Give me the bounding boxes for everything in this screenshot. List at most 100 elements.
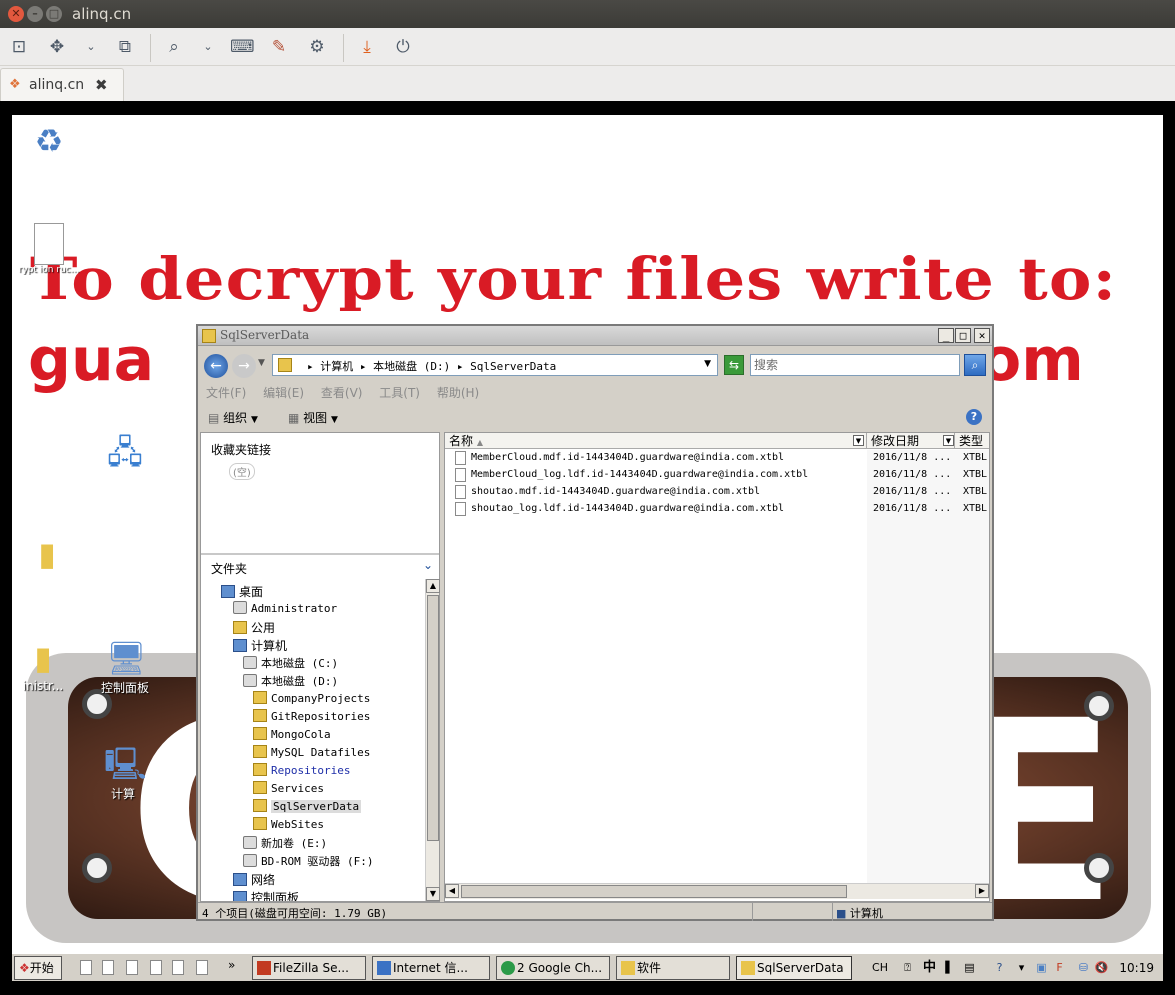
- scroll-down-icon[interactable]: ▼: [426, 887, 440, 901]
- tree-item-mongocola[interactable]: MongoCola: [253, 727, 331, 745]
- tree-item-companyprojects[interactable]: CompanyProjects: [253, 691, 370, 709]
- menu-tools[interactable]: 工具(T): [379, 386, 420, 400]
- tree-item-gitrepositories[interactable]: GitRepositories: [253, 709, 370, 727]
- minimize-window-button[interactable]: –: [27, 6, 43, 22]
- address-dropdown-icon[interactable]: ▼: [704, 359, 711, 369]
- task-filezilla[interactable]: FileZilla Se...: [252, 956, 366, 980]
- column-filter-icon[interactable]: ▼: [943, 435, 954, 446]
- views-button[interactable]: ▦ 视图 ▼: [288, 409, 338, 426]
- search-icon[interactable]: ⌕: [964, 354, 986, 376]
- maximize-button[interactable]: □: [955, 328, 971, 343]
- scroll-left-icon[interactable]: ◀: [445, 884, 459, 898]
- help-icon[interactable]: ?: [992, 960, 1007, 975]
- menu-edit[interactable]: 编辑(E): [263, 386, 304, 400]
- refresh-button[interactable]: ⇆: [724, 355, 744, 375]
- language-indicator[interactable]: CH: [870, 960, 890, 975]
- ime-mode[interactable]: 中: [922, 960, 937, 975]
- tab-alinq[interactable]: ❖ alinq.cn ✖: [0, 68, 124, 101]
- soft-keyboard-icon[interactable]: ▤: [962, 960, 977, 975]
- task-internet[interactable]: Internet 信...: [372, 956, 490, 980]
- chevron-down-icon[interactable]: ⌄: [80, 36, 102, 58]
- column-filter-icon[interactable]: ▼: [853, 435, 864, 446]
- minimize-button[interactable]: _: [938, 328, 954, 343]
- desktop-icon-administrator[interactable]: ▮ inistr...: [12, 637, 78, 693]
- history-dropdown-icon[interactable]: ▼: [258, 358, 265, 368]
- zoom-icon[interactable]: ⌕: [163, 36, 185, 58]
- menu-file[interactable]: 文件(F): [206, 386, 246, 400]
- organize-button[interactable]: ▤ 组织 ▼: [208, 409, 258, 426]
- desktop-icon-decrypt-instructions[interactable]: rypt ion ruc...: [14, 223, 84, 275]
- menu-view[interactable]: 查看(V): [321, 386, 363, 400]
- close-button[interactable]: ✕: [974, 328, 990, 343]
- tree-item-repositories[interactable]: Repositories: [253, 763, 350, 781]
- volume-muted-icon[interactable]: 🔇: [1094, 960, 1109, 975]
- tree-item-websites[interactable]: WebSites: [253, 817, 324, 835]
- close-icon[interactable]: ✖: [95, 76, 108, 94]
- quick-launch-more[interactable]: »: [228, 958, 235, 972]
- quick-launch-icon[interactable]: [80, 960, 92, 975]
- scale-icon[interactable]: ✥: [46, 36, 68, 58]
- chevron-down-icon[interactable]: ⌄: [423, 558, 433, 572]
- chevron-down-icon[interactable]: ⌄: [197, 36, 219, 58]
- quick-launch-icon[interactable]: [172, 960, 184, 975]
- network-tray-icon[interactable]: ⛁: [1076, 960, 1091, 975]
- start-button[interactable]: ❖开始: [14, 956, 62, 980]
- desktop-icon-computer[interactable]: 🖳 计算: [88, 743, 158, 802]
- tree-item-control-panel[interactable]: 控制面板: [233, 889, 299, 901]
- close-window-button[interactable]: ✕: [8, 6, 24, 22]
- tree-item-drive-c[interactable]: 本地磁盘 (C:): [243, 655, 338, 673]
- tree-item-computer[interactable]: 计算机: [233, 637, 287, 655]
- quick-launch-icon[interactable]: [150, 960, 162, 975]
- tree-item-desktop[interactable]: 桌面: [221, 583, 263, 601]
- scroll-right-icon[interactable]: ▶: [975, 884, 989, 898]
- desktop-icon-folder[interactable]: ▮: [12, 533, 82, 575]
- task-sqlserverdata[interactable]: SqlServerData: [736, 956, 852, 980]
- back-button[interactable]: ←: [204, 354, 228, 378]
- tree-item-administrator[interactable]: Administrator: [233, 601, 337, 619]
- filezilla-tray-icon[interactable]: F: [1052, 960, 1067, 975]
- file-row[interactable]: MemberCloud_log.ldf.id-1443404D.guardwar…: [445, 467, 989, 484]
- chevron-down-icon[interactable]: ▾: [1014, 960, 1029, 975]
- tree-item-services[interactable]: Services: [253, 781, 324, 799]
- column-name[interactable]: 名称 ▲: [445, 433, 867, 449]
- task-software[interactable]: 软件: [616, 956, 730, 980]
- tree-item-network[interactable]: 网络: [233, 871, 275, 889]
- tree-item-drive-d[interactable]: 本地磁盘 (D:): [243, 673, 338, 691]
- quick-launch-icon[interactable]: [102, 960, 114, 975]
- quick-launch-icon[interactable]: [126, 960, 138, 975]
- menu-help[interactable]: 帮助(H): [437, 386, 479, 400]
- quick-launch-icon[interactable]: [196, 960, 208, 975]
- tree-item-public[interactable]: 公用: [233, 619, 275, 637]
- keyboard-icon[interactable]: ⌨: [230, 36, 255, 58]
- disconnect-icon[interactable]: ⏻: [392, 36, 414, 58]
- half-width-icon[interactable]: ▌: [942, 960, 957, 975]
- search-input[interactable]: 搜索: [750, 354, 960, 376]
- tree-item-sqlserverdata[interactable]: SqlServerData: [253, 799, 362, 817]
- tools-icon[interactable]: ✎: [268, 36, 290, 58]
- file-row[interactable]: shoutao.mdf.id-1443404D.guardware@india.…: [445, 484, 989, 501]
- file-row[interactable]: MemberCloud.mdf.id-1443404D.guardware@in…: [445, 450, 989, 467]
- task-google-chrome[interactable]: 2 Google Ch...: [496, 956, 610, 980]
- column-type[interactable]: 类型: [955, 433, 995, 449]
- address-bar[interactable]: ▸ 计算机 ▸ 本地磁盘 (D:) ▸ SqlServerData ▼: [272, 354, 718, 376]
- horizontal-scrollbar[interactable]: ◀ ▶: [445, 883, 989, 899]
- desktop-icon-recycle-bin[interactable]: ♻: [14, 120, 84, 162]
- folders-header[interactable]: 文件夹 ⌄: [201, 553, 439, 577]
- duplicate-window-icon[interactable]: ⧉: [114, 36, 136, 58]
- forward-button[interactable]: →: [232, 354, 256, 378]
- maximize-window-button[interactable]: □: [46, 6, 62, 22]
- settings-icon[interactable]: ⚙: [306, 36, 328, 58]
- desktop-icon-control-panel[interactable]: 🖥 控制面板: [90, 637, 160, 696]
- scrollbar-thumb[interactable]: [427, 595, 439, 841]
- fit-window-icon[interactable]: ⊡: [8, 36, 30, 58]
- tree-scrollbar[interactable]: ▲ ▼: [425, 579, 440, 901]
- download-icon[interactable]: ⤓: [356, 36, 378, 58]
- file-row[interactable]: shoutao_log.ldf.id-1443404D.guardware@in…: [445, 501, 989, 518]
- ime-icon[interactable]: ⍰: [900, 960, 915, 975]
- scrollbar-thumb[interactable]: [461, 885, 847, 898]
- tray-app-icon[interactable]: ▣: [1034, 960, 1049, 975]
- help-icon[interactable]: ?: [966, 409, 982, 425]
- desktop-icon-network[interactable]: 🖧: [90, 431, 160, 473]
- tree-item-drive-f[interactable]: BD-ROM 驱动器 (F:): [243, 853, 373, 871]
- tree-item-drive-e[interactable]: 新加卷 (E:): [243, 835, 327, 853]
